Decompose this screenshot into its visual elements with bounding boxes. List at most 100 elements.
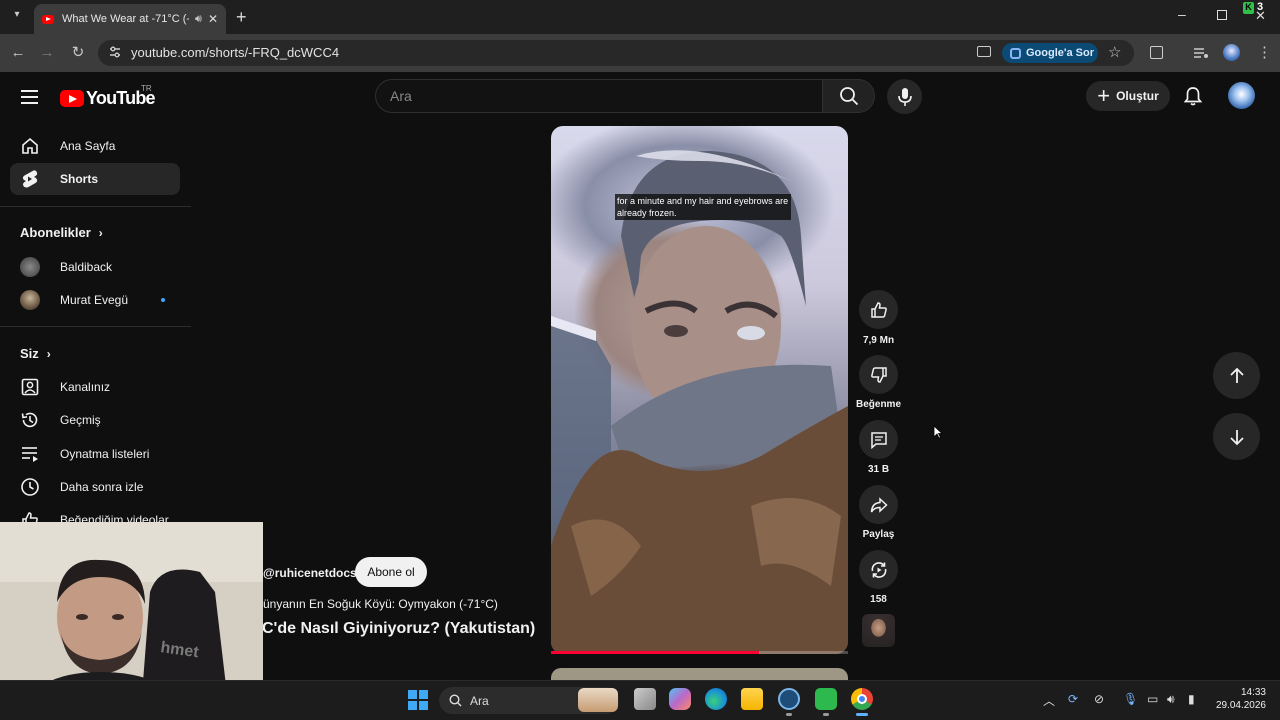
subscriptions-heading[interactable]: Abonelikler › <box>20 225 103 240</box>
arrow-up-icon <box>1229 367 1244 383</box>
windows-start-icon[interactable] <box>408 690 428 710</box>
dislike-label: Beğenme <box>855 399 901 410</box>
like-button[interactable] <box>859 290 898 329</box>
tab-list-button[interactable]: ▾ <box>8 9 26 25</box>
tab-title: What We Wear at -71°C (-9 <box>62 13 189 25</box>
forward-button[interactable]: → <box>37 43 57 63</box>
taskbar-clock[interactable]: 14:33 29.04.2026 <box>1210 686 1266 712</box>
site-info-icon[interactable] <box>108 45 122 59</box>
youtube-favicon-icon <box>42 14 54 24</box>
install-app-icon[interactable] <box>977 46 991 57</box>
remix-icon <box>871 561 886 578</box>
next-short-preview[interactable] <box>551 668 848 680</box>
volume-icon[interactable]: 🔊︎ <box>1167 692 1175 707</box>
create-label: Oluştur <box>1116 89 1159 103</box>
thumbs-down-icon <box>870 366 887 383</box>
share-label: Paylaş <box>862 529 895 540</box>
bookmark-star-icon[interactable]: ☆ <box>1108 43 1121 61</box>
taskbar-widget-icon[interactable] <box>578 688 618 712</box>
sidebar-item-label: Shorts <box>60 172 99 186</box>
comment-count: 31 B <box>867 464 890 475</box>
video-progress-bar[interactable] <box>551 651 848 654</box>
taskbar-search-label: Ara <box>470 693 489 708</box>
network-off-icon[interactable]: ⊘ <box>1094 692 1104 706</box>
history-icon <box>10 410 50 430</box>
clock-date: 29.04.2026 <box>1215 700 1266 711</box>
sidebar-item-subscription[interactable]: Murat Evegü <box>10 284 180 316</box>
url-text[interactable]: youtube.com/shorts/-FRQ_dcWCC4 <box>131 45 339 60</box>
sidebar-item-playlists[interactable]: Oynatma listeleri <box>10 438 180 470</box>
hamburger-menu-icon[interactable] <box>21 86 38 108</box>
channel-handle[interactable]: @ruhicenetdocs <box>263 566 357 580</box>
browser-menu-icon[interactable]: ⋮ <box>1257 43 1272 61</box>
extensions-icon[interactable] <box>1150 46 1163 59</box>
new-content-dot <box>161 298 165 302</box>
profile-avatar-icon[interactable] <box>1223 44 1240 61</box>
media-control-icon[interactable] <box>1194 46 1208 58</box>
show-hidden-icons-icon[interactable]: ︿ <box>1043 692 1055 709</box>
badge-count: 3 <box>1257 1 1264 13</box>
k-badge-icon: K <box>1243 2 1254 14</box>
new-tab-button[interactable]: + <box>236 7 247 28</box>
sidebar-item-your-channel[interactable]: Kanalınız <box>10 371 180 403</box>
active-indicator <box>856 713 868 716</box>
restore-button[interactable] <box>1217 10 1227 20</box>
country-code: TR <box>141 84 152 93</box>
browser-tab[interactable]: What We Wear at -71°C (-9 🔊︎ ✕ <box>34 4 226 34</box>
back-button[interactable]: ← <box>8 43 28 63</box>
sync-icon[interactable]: ⟳ <box>1068 692 1078 706</box>
channel-icon <box>10 378 50 396</box>
sidebar-item-history[interactable]: Geçmiş <box>10 404 180 436</box>
edge-icon[interactable] <box>705 688 727 710</box>
next-short-button[interactable] <box>1213 413 1260 460</box>
sidebar-item-subscription[interactable]: Baldiback <box>10 251 180 283</box>
comment-icon <box>870 431 887 449</box>
share-icon <box>870 496 888 513</box>
voice-search-button[interactable] <box>887 79 922 114</box>
chrome-icon[interactable] <box>851 688 873 710</box>
file-explorer-icon[interactable] <box>741 688 763 710</box>
sidebar-item-label: Kanalınız <box>60 380 111 394</box>
google-ask-button[interactable]: Google'a Sor <box>1002 43 1098 63</box>
youtube-logo[interactable]: YouTube TR <box>60 84 156 109</box>
notifications-bell-icon[interactable] <box>1183 86 1203 111</box>
sidebar-item-watch-later[interactable]: Daha sonra izle <box>10 471 180 503</box>
remix-count: 158 <box>870 594 887 605</box>
you-heading[interactable]: Siz › <box>20 346 51 361</box>
like-count: 7,9 Mn <box>862 335 895 346</box>
sidebar-item-shorts[interactable]: Shorts <box>10 163 180 195</box>
sidebar-item-label: Murat Evegü <box>60 293 129 307</box>
subscribe-button[interactable]: Abone ol <box>355 557 427 587</box>
account-avatar[interactable] <box>1228 82 1255 109</box>
share-button[interactable] <box>859 485 898 524</box>
game-app-icon[interactable] <box>815 688 837 710</box>
clock-icon <box>10 477 50 497</box>
minimize-button[interactable]: – <box>1178 6 1186 22</box>
battery-icon[interactable]: ▮ <box>1188 692 1195 706</box>
search-box[interactable] <box>375 79 823 113</box>
speaker-icon[interactable]: 🔊︎ <box>195 13 202 26</box>
copilot-icon[interactable] <box>669 688 691 710</box>
app-icon[interactable] <box>778 688 800 710</box>
remix-button[interactable] <box>859 550 898 589</box>
search-input[interactable] <box>376 80 823 112</box>
microphone-tray-icon[interactable]: 🎙︎ <box>1123 692 1138 706</box>
display-icon[interactable]: ▭ <box>1147 692 1158 706</box>
microphone-icon <box>897 87 912 106</box>
short-description[interactable]: ünyanın En Soğuk Köyü: Oymyakon (-71°C) <box>263 597 498 611</box>
previous-short-button[interactable] <box>1213 352 1260 399</box>
sound-thumbnail[interactable] <box>862 614 895 647</box>
reload-button[interactable]: ↻ <box>68 43 88 63</box>
arrow-down-icon <box>1229 429 1244 445</box>
search-button[interactable] <box>822 79 875 113</box>
sidebar-item-label: Daha sonra izle <box>60 480 144 494</box>
dislike-button[interactable] <box>859 355 898 394</box>
sidebar-item-home[interactable]: Ana Sayfa <box>10 130 180 162</box>
mouse-cursor-icon <box>933 425 943 439</box>
short-title[interactable]: C'de Nasıl Giyiniyoruz? (Yakutistan) <box>262 620 535 638</box>
home-icon <box>10 136 50 156</box>
task-view-icon[interactable] <box>634 688 656 710</box>
close-tab-icon[interactable]: ✕ <box>208 12 218 26</box>
create-button[interactable]: + Oluştur <box>1086 81 1170 111</box>
comments-button[interactable] <box>859 420 898 459</box>
